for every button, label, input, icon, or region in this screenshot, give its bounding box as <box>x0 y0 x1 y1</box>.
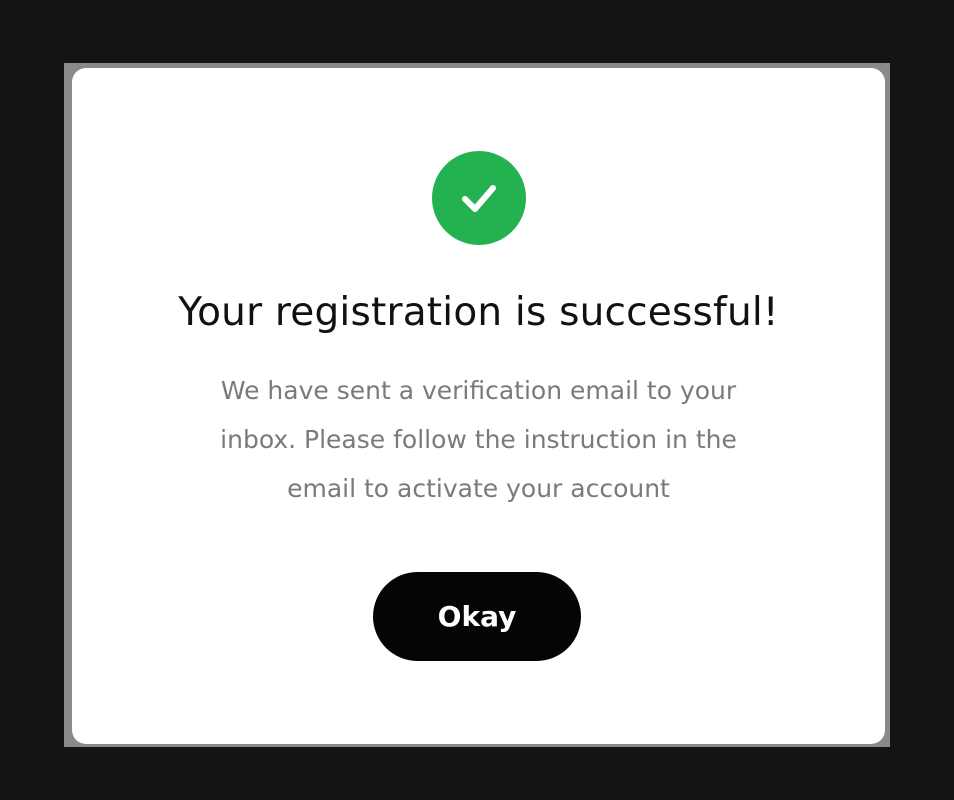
registration-success-dialog: Your registration is successful! We have… <box>72 68 885 744</box>
checkmark-icon <box>462 185 496 212</box>
check-circle-icon <box>432 151 526 245</box>
dialog-title: Your registration is successful! <box>178 290 779 335</box>
okay-button[interactable]: Okay <box>373 572 581 661</box>
dialog-message: We have sent a verification email to you… <box>220 376 737 503</box>
